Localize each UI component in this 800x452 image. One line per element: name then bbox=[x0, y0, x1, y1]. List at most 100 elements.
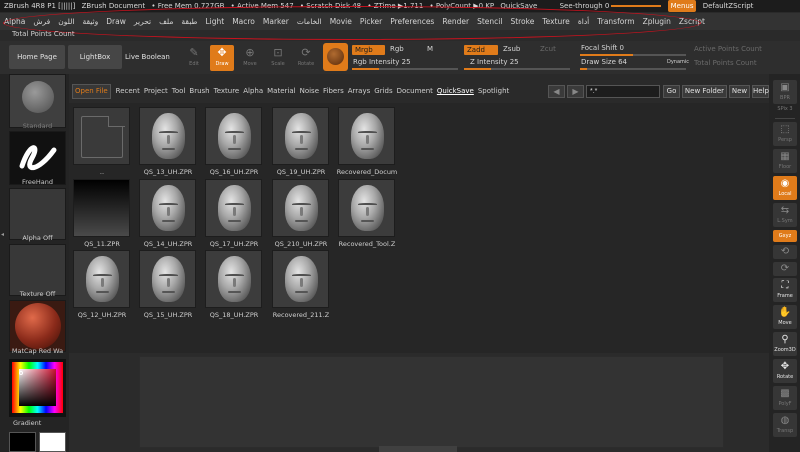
rotate-z-button[interactable]: ⟳ bbox=[773, 262, 797, 276]
tab-project[interactable]: Project bbox=[142, 83, 170, 100]
menu-item[interactable]: Transform bbox=[593, 13, 638, 30]
zadd-button[interactable]: Zadd bbox=[464, 45, 498, 55]
file-thumbnail[interactable] bbox=[205, 250, 262, 308]
file-thumbnail[interactable] bbox=[205, 107, 262, 165]
prev-page-button[interactable]: ◀ bbox=[548, 85, 565, 98]
menu-item[interactable]: أداة bbox=[574, 13, 593, 30]
file-thumbnail[interactable] bbox=[338, 107, 395, 165]
rotate-view-button[interactable]: ✥ Rotate bbox=[773, 359, 797, 383]
default-zscript[interactable]: DefaultZScript bbox=[703, 0, 754, 12]
material-tile[interactable] bbox=[9, 300, 66, 352]
new-button[interactable]: New bbox=[729, 85, 750, 98]
menu-item[interactable]: Zplugin bbox=[639, 13, 675, 30]
tab-fibers[interactable]: Fibers bbox=[321, 83, 346, 100]
tab-recent[interactable]: Recent bbox=[114, 83, 142, 100]
file-thumbnail[interactable] bbox=[205, 179, 262, 237]
secondary-color-swatch[interactable] bbox=[9, 432, 36, 452]
m-button[interactable]: M bbox=[427, 45, 433, 53]
menu-item[interactable]: فرش bbox=[29, 13, 54, 30]
menu-item[interactable]: Alpha bbox=[0, 13, 29, 30]
tab-arrays[interactable]: Arrays bbox=[346, 83, 373, 100]
spix-label[interactable]: SPix 3 bbox=[771, 106, 799, 112]
brush-standard-tile[interactable] bbox=[9, 74, 66, 128]
go-button[interactable]: Go bbox=[663, 85, 680, 98]
lightbox-button[interactable]: LightBox bbox=[68, 45, 122, 69]
mrgb-button[interactable]: Mrgb bbox=[352, 45, 385, 55]
saturation-square[interactable] bbox=[19, 369, 56, 406]
new-folder-button[interactable]: New Folder bbox=[682, 85, 727, 98]
zsub-button[interactable]: Zsub bbox=[503, 45, 520, 53]
menu-item[interactable]: تحرير bbox=[130, 13, 155, 30]
lsym-button[interactable]: ⇆ L.Sym bbox=[773, 203, 797, 227]
file-thumbnail[interactable] bbox=[338, 179, 395, 237]
menu-item[interactable]: Stencil bbox=[473, 13, 506, 30]
rotate-y-button[interactable]: ⟲ bbox=[773, 245, 797, 259]
edit-tool-button[interactable]: ✎ Edit bbox=[182, 45, 206, 71]
color-cursor[interactable] bbox=[19, 371, 23, 375]
move-view-button[interactable]: ✋ Move bbox=[773, 305, 797, 329]
draw-size-slider[interactable] bbox=[580, 68, 686, 70]
dynamic-toggle[interactable]: Dynamic bbox=[667, 59, 689, 65]
next-page-button[interactable]: ▶ bbox=[567, 85, 584, 98]
xyz-button[interactable]: Gxyz bbox=[773, 230, 797, 242]
menu-item[interactable]: Zscript bbox=[675, 13, 709, 30]
file-thumbnail[interactable] bbox=[139, 107, 196, 165]
menu-item[interactable]: Macro bbox=[228, 13, 259, 30]
see-through-slider[interactable]: See-through 0 bbox=[556, 0, 662, 12]
help-button[interactable]: Help bbox=[752, 85, 769, 98]
collapse-arrow-icon[interactable]: ◂ bbox=[1, 231, 4, 238]
sculptris-pro-icon[interactable] bbox=[323, 43, 348, 71]
file-thumbnail[interactable] bbox=[139, 179, 196, 237]
alpha-tile[interactable] bbox=[9, 188, 66, 240]
menu-item[interactable]: طبقة bbox=[177, 13, 201, 30]
document-canvas[interactable] bbox=[139, 356, 724, 448]
file-thumbnail[interactable] bbox=[139, 250, 196, 308]
z-intensity-slider[interactable] bbox=[464, 68, 570, 70]
focal-shift-slider[interactable] bbox=[580, 54, 686, 56]
persp-button[interactable]: ⬚ Persp bbox=[773, 122, 797, 146]
tab-grids[interactable]: Grids bbox=[372, 83, 394, 100]
draw-tool-button[interactable]: ✥ Draw bbox=[210, 45, 234, 71]
menus-button[interactable]: Menus bbox=[667, 0, 697, 12]
menu-item[interactable]: Draw bbox=[102, 13, 130, 30]
open-file-button[interactable]: Open File bbox=[72, 84, 111, 99]
stroke-freehand-tile[interactable] bbox=[9, 131, 66, 185]
main-color-swatch[interactable] bbox=[39, 432, 66, 452]
tab-document[interactable]: Document bbox=[395, 83, 435, 100]
rgb-button[interactable]: Rgb bbox=[390, 45, 404, 53]
file-thumbnail[interactable] bbox=[73, 250, 130, 308]
tab-brush[interactable]: Brush bbox=[187, 83, 211, 100]
parent-folder-item[interactable] bbox=[73, 107, 130, 165]
menu-item[interactable]: ملف bbox=[155, 13, 177, 30]
color-picker[interactable] bbox=[9, 359, 66, 417]
tab-texture[interactable]: Texture bbox=[212, 83, 242, 100]
menu-item[interactable]: اللون bbox=[54, 13, 78, 30]
polyf-button[interactable]: ▩ PolyF bbox=[773, 386, 797, 410]
tab-alpha[interactable]: Alpha bbox=[241, 83, 265, 100]
file-thumbnail[interactable] bbox=[272, 107, 329, 165]
file-thumbnail[interactable] bbox=[272, 179, 329, 237]
menu-item[interactable]: وثيقة bbox=[78, 13, 102, 30]
menu-item[interactable]: Texture bbox=[538, 13, 573, 30]
transp-button[interactable]: ◍ Transp bbox=[773, 413, 797, 437]
floor-button[interactable]: ▦ Floor bbox=[773, 149, 797, 173]
live-boolean-button[interactable]: Live Boolean bbox=[125, 45, 170, 69]
file-thumbnail[interactable] bbox=[272, 250, 329, 308]
menu-item[interactable]: Stroke bbox=[506, 13, 538, 30]
menu-item[interactable]: Render bbox=[438, 13, 473, 30]
bpr-button[interactable]: ▣ BPR bbox=[773, 80, 797, 104]
rgb-intensity-slider[interactable] bbox=[352, 68, 458, 70]
home-page-button[interactable]: Home Page bbox=[9, 45, 65, 69]
move-tool-button[interactable]: ⊕ Move bbox=[238, 45, 262, 71]
tab-quicksave[interactable]: QuickSave bbox=[435, 83, 476, 100]
tab-material[interactable]: Material bbox=[265, 83, 297, 100]
filter-input[interactable] bbox=[586, 85, 660, 98]
texture-tile[interactable] bbox=[9, 244, 66, 296]
zcut-button[interactable]: Zcut bbox=[540, 45, 556, 53]
menu-item[interactable]: Light bbox=[201, 13, 228, 30]
file-thumbnail[interactable] bbox=[73, 179, 130, 237]
local-button[interactable]: ◉ Local bbox=[773, 176, 797, 200]
menu-item[interactable]: Preferences bbox=[386, 13, 438, 30]
tab-spotlight[interactable]: Spotlight bbox=[476, 83, 511, 100]
menu-item[interactable]: Marker bbox=[259, 13, 293, 30]
